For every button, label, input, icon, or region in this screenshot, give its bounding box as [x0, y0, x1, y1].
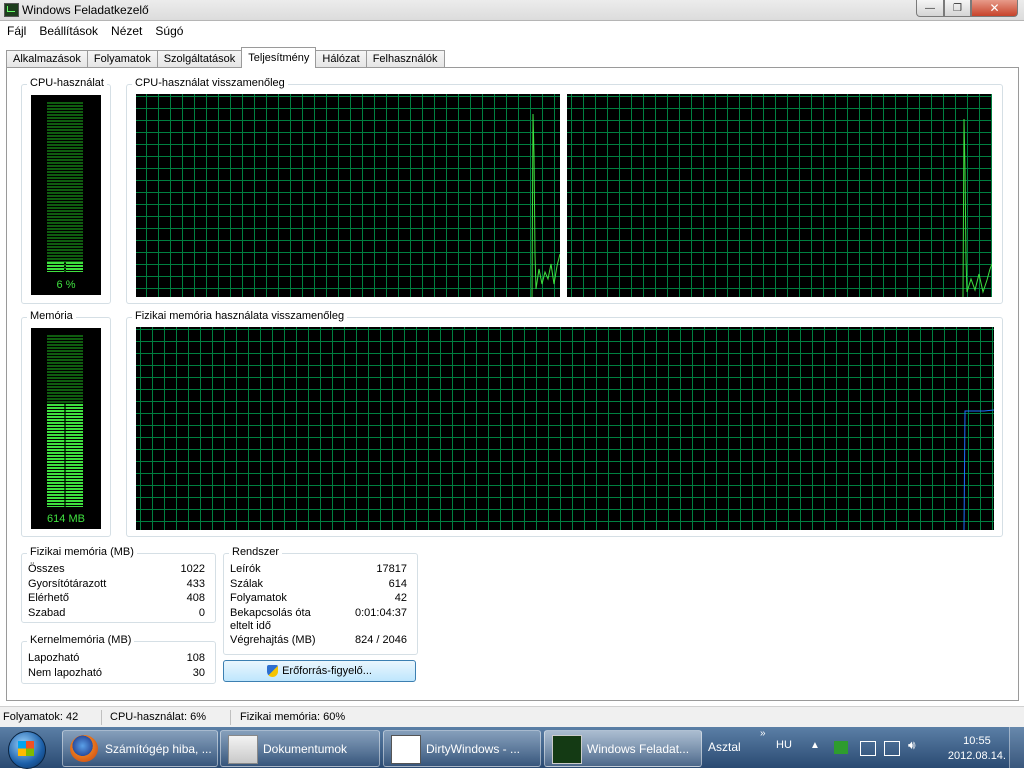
status-separator	[230, 710, 231, 725]
stat-row-available: Elérhető 408	[28, 592, 205, 604]
maximize-button[interactable]: ❐	[944, 0, 971, 17]
action-center-flag-icon[interactable]	[860, 741, 876, 756]
taskbar-item-firefox[interactable]: Számítógép hiba, ...	[62, 730, 218, 767]
minimize-button[interactable]: —	[916, 0, 944, 17]
show-desktop-button[interactable]	[1009, 727, 1024, 768]
windows-logo-icon	[18, 741, 34, 756]
menu-file[interactable]: Fájl	[0, 21, 32, 41]
status-processes: Folyamatok: 42	[3, 711, 79, 723]
clock-date: 2012.08.14.	[947, 750, 1006, 762]
status-cpu: CPU-használat: 6%	[110, 711, 206, 723]
stat-row-total: Összes 1022	[28, 563, 205, 575]
show-hidden-icons[interactable]: ▲	[810, 740, 820, 751]
cpu-history-label: CPU-használat visszamenőleg	[132, 77, 288, 89]
stat-row-nonpaged: Nem lapozható 30	[28, 667, 205, 679]
stat-row-handles: Leírók 17817	[230, 563, 407, 575]
tab-services[interactable]: Szolgáltatások	[156, 50, 243, 68]
cpu-history-group: CPU-használat visszamenőleg	[126, 77, 1003, 304]
history-series-line	[963, 409, 994, 530]
status-separator	[101, 710, 102, 725]
status-memory: Fizikai memória: 60%	[240, 711, 346, 723]
task-manager-icon	[552, 735, 582, 764]
tab-applications[interactable]: Alkalmazások	[6, 50, 88, 68]
physical-memory-label: Fizikai memória (MB)	[27, 546, 137, 558]
folder-icon	[228, 735, 258, 764]
close-button[interactable]: ✕	[971, 0, 1018, 17]
stat-row-threads: Szálak 614	[230, 578, 407, 590]
menu-bar: Fájl Beállítások Nézet Súgó	[0, 21, 1024, 41]
window-controls: — ❐ ✕	[916, 0, 1018, 17]
firefox-icon	[70, 735, 98, 762]
history-series-line	[531, 113, 560, 297]
cpu-history-graph-core1	[136, 94, 560, 297]
tab-performance[interactable]: Teljesítmény	[241, 47, 317, 68]
cpu-usage-group: CPU-használat 6 %	[21, 77, 111, 304]
menu-options[interactable]: Beállítások	[32, 21, 104, 41]
clock-time: 10:55	[963, 735, 991, 747]
physical-memory-group: Fizikai memória (MB) Összes 1022 Gyorsító…	[21, 546, 216, 623]
cpu-usage-label: CPU-használat	[27, 77, 107, 89]
toolbar-chevron-icon[interactable]: »	[760, 728, 766, 739]
memory-label: Memória	[27, 310, 76, 322]
kernel-memory-label: Kernelmemória (MB)	[27, 634, 135, 646]
resource-monitor-label: Erőforrás-figyelő...	[282, 665, 372, 677]
start-button[interactable]	[2, 728, 54, 769]
memory-meter: 614 MB	[31, 328, 101, 529]
cpu-history-line-core2	[962, 118, 992, 297]
menu-help[interactable]: Súgó	[148, 21, 189, 41]
cpu-history-graph-core2	[567, 94, 992, 297]
system-group: Rendszer Leírók 17817 Szálak 614 Folyamato…	[223, 546, 418, 655]
window-title: Windows Feladatkezelő	[22, 3, 149, 17]
status-bar: Folyamatok: 42 CPU-használat: 6% Fizikai…	[0, 706, 1024, 728]
memory-meter-fill	[47, 404, 83, 507]
taskbar: Számítógép hiba, ... Dokumentumok DirtyW…	[0, 727, 1024, 769]
tab-processes[interactable]: Folyamatok	[86, 50, 158, 68]
battery-icon[interactable]	[834, 741, 848, 754]
volume-icon[interactable]: 🔊︎	[908, 738, 922, 754]
taskbar-item-task-manager[interactable]: Windows Feladat...	[544, 730, 702, 767]
stat-row-cached: Gyorsítótárazott 433	[28, 578, 205, 590]
stat-row-processes: Folyamatok 42	[230, 592, 407, 604]
cpu-meter-fill	[47, 262, 83, 272]
cpu-history-line-core1	[531, 113, 560, 297]
clock[interactable]: 10:55 2012.08.14.	[948, 734, 1006, 764]
memory-history-label: Fizikai memória használata visszamenőleg	[132, 310, 348, 322]
stat-row-commit: Végrehajtás (MB) 824 / 2046	[230, 634, 407, 646]
menu-view[interactable]: Nézet	[104, 21, 148, 41]
cpu-meter: 6 %	[31, 95, 101, 295]
memory-value: 614 MB	[47, 513, 85, 525]
system-label: Rendszer	[229, 546, 283, 558]
tab-strip: Alkalmazások Folyamatok Szolgáltatások T…	[6, 47, 445, 68]
memory-history-group: Fizikai memória használata visszamenőleg	[126, 310, 1003, 537]
network-icon[interactable]	[884, 741, 900, 756]
memory-history-graph	[136, 327, 994, 530]
taskbar-item-documents[interactable]: Dokumentumok	[220, 730, 380, 767]
kernel-memory-group: Kernelmemória (MB) Lapozható 108 Nem lapo…	[21, 634, 216, 684]
title-bar: Windows Feladatkezelő — ❐ ✕	[0, 0, 1024, 21]
resource-monitor-button[interactable]: Erőforrás-figyelő...	[223, 660, 416, 682]
tab-networking[interactable]: Hálózat	[315, 50, 367, 68]
cpu-meter-scale	[47, 102, 83, 272]
history-series-line	[962, 118, 992, 297]
taskbar-item-word[interactable]: DirtyWindows - ...	[383, 730, 541, 767]
word-document-icon	[391, 735, 421, 764]
language-indicator[interactable]: HU	[776, 739, 792, 751]
cpu-usage-value: 6 %	[56, 279, 76, 291]
stat-row-uptime: Bekapcsolás óta eltelt idő 0:01:04:37	[230, 607, 407, 632]
stat-row-free: Szabad 0	[28, 607, 205, 619]
desktop-toolbar[interactable]: Asztal	[708, 740, 741, 754]
memory-history-line	[963, 409, 994, 530]
memory-group: Memória 614 MB	[21, 310, 111, 537]
task-manager-icon	[4, 3, 19, 17]
uac-shield-icon	[267, 665, 279, 677]
tab-users[interactable]: Felhasználók	[365, 50, 445, 68]
stat-row-paged: Lapozható 108	[28, 652, 205, 664]
